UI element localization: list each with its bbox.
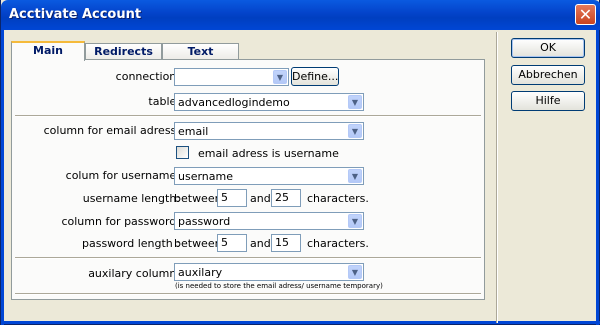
- help-button[interactable]: Hilfe: [511, 91, 585, 111]
- username-between-text: between: [174, 192, 222, 205]
- password-between-text: between: [174, 237, 222, 250]
- username-column-value: username: [178, 170, 233, 183]
- username-max-length-input[interactable]: 25: [271, 189, 301, 207]
- email-column-select[interactable]: email ▼: [174, 122, 364, 140]
- auxiliary-column-hint: (is needed to store the email adress/ us…: [175, 282, 383, 290]
- chevron-down-icon[interactable]: ▼: [348, 214, 362, 228]
- username-length-label: username length:: [82, 192, 180, 205]
- window-frame-left: [1, 30, 4, 325]
- close-icon: ✕: [578, 5, 593, 24]
- chevron-down-icon[interactable]: ▼: [348, 95, 362, 109]
- tab-text[interactable]: Text: [162, 43, 239, 60]
- password-column-select[interactable]: password ▼: [174, 212, 364, 230]
- email-column-label: column for email adress:: [43, 124, 180, 137]
- email-is-username-checkbox[interactable]: [176, 146, 189, 159]
- panel-divider: [496, 32, 498, 323]
- username-characters-text: characters.: [307, 192, 369, 205]
- username-and-text: and: [250, 192, 271, 205]
- password-max-length-input[interactable]: 15: [271, 234, 301, 252]
- password-column-label: column for password:: [61, 215, 180, 228]
- title-bar[interactable]: Acctivate Account ✕: [1, 0, 600, 30]
- username-min-length-input[interactable]: 5: [217, 189, 247, 207]
- table-select[interactable]: advancedlogindemo ▼: [174, 93, 364, 111]
- password-column-value: password: [178, 215, 231, 228]
- main-tab-panel: connection: ▼ Define... table: advancedl…: [11, 59, 485, 300]
- tab-main[interactable]: Main: [11, 41, 85, 61]
- tab-redirects[interactable]: Redirects: [85, 43, 162, 60]
- ok-button[interactable]: OK: [511, 38, 585, 58]
- window-frame-right: [596, 30, 599, 325]
- cancel-button[interactable]: Abbrechen: [511, 65, 585, 85]
- dialog-window: Acctivate Account ✕ Main Redirects Text …: [0, 0, 600, 325]
- auxiliary-column-value: auxilary: [178, 266, 223, 279]
- password-characters-text: characters.: [307, 237, 369, 250]
- username-column-label: colum for username:: [65, 169, 180, 182]
- chevron-down-icon[interactable]: ▼: [348, 265, 362, 279]
- password-and-text: and: [250, 237, 271, 250]
- chevron-down-icon[interactable]: ▼: [273, 70, 287, 84]
- password-length-label: password length :: [82, 237, 180, 250]
- separator: [15, 293, 481, 295]
- connection-select[interactable]: ▼: [174, 68, 289, 86]
- chevron-down-icon[interactable]: ▼: [348, 169, 362, 183]
- auxiliary-column-select[interactable]: auxilary ▼: [174, 263, 364, 281]
- separator: [15, 115, 481, 117]
- table-value: advancedlogindemo: [178, 96, 290, 109]
- password-min-length-input[interactable]: 5: [217, 234, 247, 252]
- close-button[interactable]: ✕: [575, 4, 596, 25]
- window-title: Acctivate Account: [9, 7, 142, 22]
- connection-label: connection:: [115, 70, 180, 83]
- define-button[interactable]: Define...: [291, 67, 339, 86]
- email-is-username-label: email adress is username: [198, 147, 339, 160]
- username-column-select[interactable]: username ▼: [174, 167, 364, 185]
- window-frame-bottom: [1, 321, 600, 324]
- auxiliary-column-label: auxilary column:: [88, 267, 180, 280]
- separator: [15, 257, 481, 259]
- chevron-down-icon[interactable]: ▼: [348, 124, 362, 138]
- email-column-value: email: [178, 125, 209, 138]
